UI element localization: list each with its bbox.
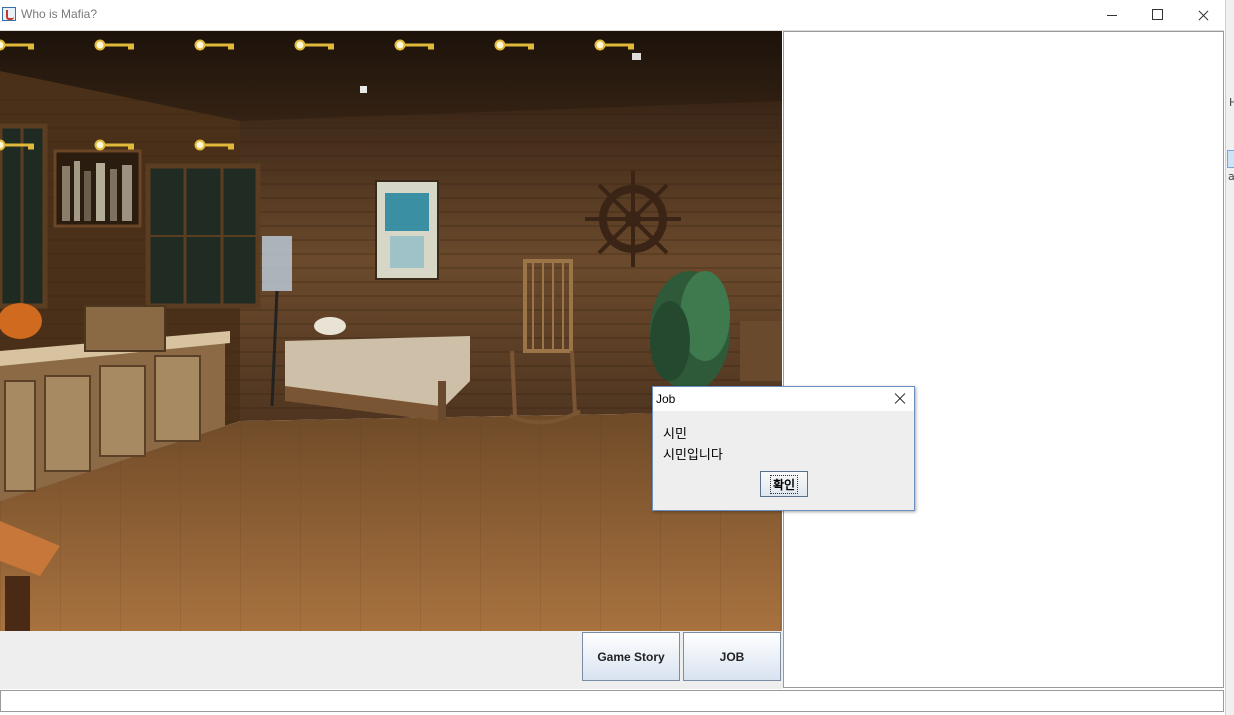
close-window-button[interactable] <box>1180 0 1226 30</box>
dialog-role-message: 시민입니다 <box>663 448 723 463</box>
window-titlebar: Who is Mafia? <box>0 0 1224 31</box>
chat-text-area[interactable] <box>783 31 1224 688</box>
job-button[interactable]: JOB <box>683 632 781 681</box>
dialog-role-name: 시민 <box>663 427 687 442</box>
cabin-room-illustration <box>0 31 782 631</box>
java-app-icon <box>2 7 16 21</box>
window-title: Who is Mafia? <box>21 7 98 21</box>
minimize-button[interactable] <box>1089 0 1135 30</box>
dialog-titlebar: Job <box>653 387 914 411</box>
game-story-button[interactable]: Game Story <box>582 632 680 681</box>
dialog-title: Job <box>656 392 676 406</box>
job-dialog: Job 시민 시민입니다 확인 <box>652 386 915 511</box>
background-control <box>1227 150 1234 168</box>
background-window-edge: H a <box>1225 0 1234 715</box>
game-scene <box>0 31 782 631</box>
maximize-button[interactable] <box>1134 0 1180 30</box>
background-text: a <box>1228 170 1234 183</box>
background-text: H <box>1229 96 1234 109</box>
dialog-close-icon[interactable] <box>892 391 908 407</box>
dialog-ok-button[interactable]: 확인 <box>760 471 808 497</box>
dialog-ok-label: 확인 <box>769 474 799 494</box>
chat-input-field[interactable] <box>0 690 1224 712</box>
